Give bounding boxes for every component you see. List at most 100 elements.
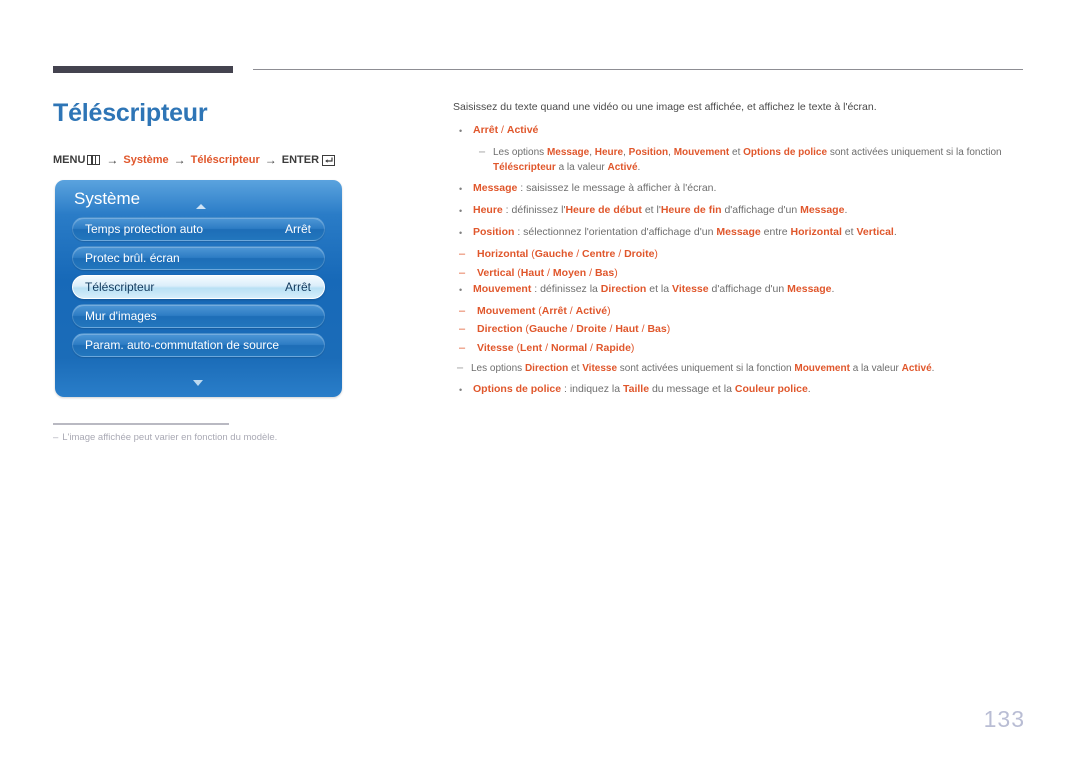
tv-menu-item-value: Arrêt (284, 280, 311, 294)
header-rule (253, 69, 1023, 70)
mouvement-sub-seg-0: Mouvement (477, 304, 536, 317)
mouvement-seg-5: d'affichage d'un (708, 282, 788, 295)
note-text-note-mouvement: Les options Direction et Vitesse sont ac… (471, 361, 1028, 376)
position-horizontal-seg-7: ) (654, 248, 658, 261)
note-telescripteur-seg-14: . (637, 162, 641, 174)
tv-menu-item-label: Protec brûl. écran (85, 251, 180, 265)
image-note: ‒ L'image affichée peut varier en fonctio… (53, 432, 277, 443)
vitesse-sub-seg-3: / (542, 342, 551, 355)
bullet-marker: • (459, 206, 463, 217)
menu-bars-icon (87, 155, 101, 165)
breadcrumb-menu-label: MENU (53, 154, 86, 166)
bullet-item-message: • Message : saisissez le message à affich… (453, 181, 1028, 197)
note-mouvement-seg-3: Vitesse (582, 362, 618, 374)
vitesse-sub-seg-7: ) (630, 342, 635, 355)
position-seg-3: entre (760, 226, 791, 239)
position-horizontal-seg-6: Droite (624, 248, 655, 261)
tv-menu-item-protec-brul-ecran[interactable]: Protec brûl. écran (72, 246, 325, 270)
tv-menu-item-param-auto-commutation-de-source[interactable]: Param. auto-commutation de source (72, 333, 325, 357)
bullet-marker: • (459, 284, 463, 295)
heure-seg-5: d'affichage d'un (721, 204, 801, 217)
page-title: Téléscripteur (53, 99, 208, 127)
tv-menu-item-mur-d-images[interactable]: Mur d'images (72, 304, 325, 328)
heure-seg-2: Heure de début (565, 204, 642, 217)
note-telescripteur-seg-5: Position (628, 147, 669, 159)
mouvement-seg-6: Message (787, 282, 832, 295)
mouvement-seg-3: et la (646, 282, 672, 295)
bullet-text-message: Message : saisissez le message à affiche… (473, 181, 1028, 197)
options-police-seg-5: . (807, 382, 811, 395)
position-horizontal-seg-3: / (573, 248, 583, 261)
bullet-marker: • (459, 228, 463, 239)
arret-active-seg-2: Activé (506, 124, 539, 137)
sub-text-mouvement-sub: Mouvement (Arrêt / Activé) (477, 304, 1028, 320)
options-police-seg-0: Options de police (473, 382, 562, 395)
note-telescripteur-seg-9: Options de police (743, 147, 828, 159)
position-horizontal-seg-0: Horizontal (477, 248, 529, 261)
mouvement-sub-seg-5: ) (607, 304, 611, 317)
breadcrumb: MENU → Système → Téléscripteur → ENTER (53, 153, 336, 167)
mouvement-seg-7: . (831, 282, 835, 295)
triangle-up-icon[interactable] (196, 204, 206, 209)
tv-menu-item-temps-protection-auto[interactable]: Temps protection auto Arrêt (72, 217, 325, 241)
bullet-text-heure: Heure : définissez l'Heure de début et l… (473, 203, 1028, 219)
arret-active-seg-1: / (498, 124, 507, 137)
bullet-item-options-police: • Options de police : indiquez la Taille … (453, 382, 1028, 398)
note-mouvement-seg-4: sont activées uniquement si la fonction (617, 362, 795, 374)
tv-menu-item-label: Mur d'images (85, 309, 157, 323)
position-vertical-seg-2: Haut (520, 266, 545, 279)
note-mouvement-seg-7: Activé (901, 362, 932, 374)
intro-paragraph: Saisissez du texte quand une vidéo ou un… (453, 101, 877, 113)
vitesse-sub-seg-4: Normal (550, 342, 588, 355)
heure-seg-7: . (844, 204, 848, 217)
note-telescripteur-seg-7: Mouvement (673, 147, 730, 159)
breadcrumb-arrow-2: → (173, 153, 186, 167)
options-police-seg-2: Taille (622, 382, 650, 395)
sub-item-direction-sub: ‒ Direction (Gauche / Droite / Haut / Bas… (453, 322, 1028, 338)
note-telescripteur-seg-1: Message (546, 147, 590, 159)
options-police-seg-1: : indiquez la (561, 382, 623, 395)
position-vertical-seg-5: / (586, 266, 595, 279)
bullet-marker: • (459, 184, 463, 195)
note-mouvement-seg-5: Mouvement (794, 362, 850, 374)
message-seg-1: : saisissez le message à afficher à l'éc… (517, 182, 717, 195)
image-note-text: L'image affichée peut varier en fonction… (62, 432, 278, 443)
breadcrumb-arrow-3: → (264, 153, 277, 167)
arret-active-seg-0: Arrêt (473, 124, 499, 137)
position-seg-0: Position (473, 226, 515, 239)
tv-menu-item-telescripteur[interactable]: Téléscripteur Arrêt (72, 275, 325, 299)
bullet-text-options-police: Options de police : indiquez la Taille d… (473, 382, 1028, 398)
heure-seg-4: Heure de fin (660, 204, 722, 217)
bullet-item-mouvement: • Mouvement : définissez la Direction et … (453, 282, 1028, 298)
direction-sub-seg-0: Direction (477, 323, 523, 336)
note-mouvement-seg-2: et (568, 362, 583, 374)
note-mouvement-seg-6: a la valeur (849, 362, 902, 374)
bullet-item-arret-active: • Arrêt / Activé (453, 123, 1028, 139)
mouvement-seg-4: Vitesse (672, 282, 709, 295)
note-item-note-telescripteur: ‒ Les options Message, Heure, Position, M… (453, 145, 1028, 175)
sub-text-vitesse-sub: Vitesse (Lent / Normal / Rapide) (477, 341, 1028, 357)
description-list: • Arrêt / Activé ‒ Les options Message, Heu… (453, 123, 1028, 398)
sub-dash-marker: ‒ (459, 266, 466, 279)
sub-text-position-horizontal: Horizontal (Gauche / Centre / Droite) (477, 247, 1028, 263)
note-text-note-telescripteur: Les options Message, Heure, Position, Mo… (493, 145, 1028, 175)
breadcrumb-step-telescripteur: Téléscripteur (190, 154, 260, 166)
header-accent-bar (53, 66, 233, 73)
note-telescripteur-seg-10: sont activées uniquement si la fonction (827, 147, 1002, 159)
sub-text-direction-sub: Direction (Gauche / Droite / Haut / Bas) (477, 322, 1028, 338)
vitesse-sub-seg-6: Rapide (595, 342, 631, 355)
heure-seg-6: Message (800, 204, 845, 217)
bullet-text-arret-active: Arrêt / Activé (473, 123, 1028, 139)
mouvement-sub-seg-3: / (566, 304, 576, 317)
sub-dash-marker: ‒ (459, 248, 466, 261)
direction-sub-seg-4: Droite (576, 323, 607, 336)
options-police-seg-3: du message et la (649, 382, 735, 395)
tv-menu-rows: Temps protection auto Arrêt Protec brûl.… (55, 217, 342, 357)
mouvement-sub-seg-2: Arrêt (541, 304, 567, 317)
bullet-item-heure: • Heure : définissez l'Heure de début et … (453, 203, 1028, 219)
breadcrumb-arrow-1: → (106, 153, 119, 167)
sub-item-mouvement-sub: ‒ Mouvement (Arrêt / Activé) (453, 304, 1028, 320)
triangle-down-icon[interactable] (193, 380, 203, 386)
note-telescripteur-seg-12: a la valeur (555, 162, 608, 174)
note-mouvement-seg-1: Direction (524, 362, 569, 374)
